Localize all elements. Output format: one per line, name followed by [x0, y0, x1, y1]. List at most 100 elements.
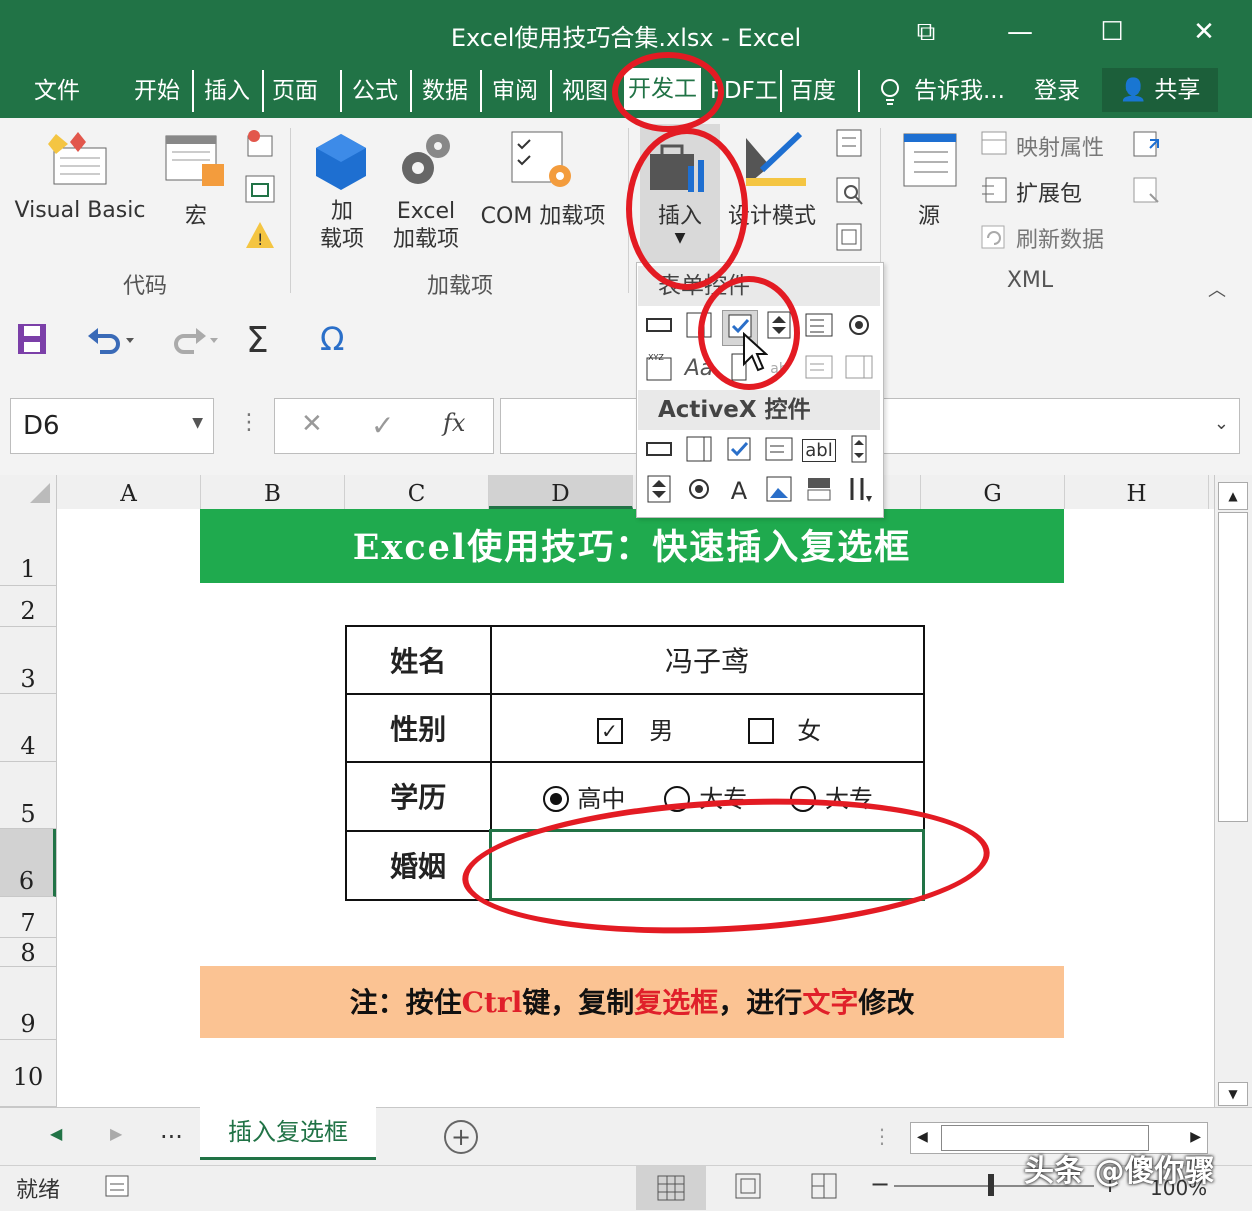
normal-view-button[interactable] — [636, 1166, 706, 1210]
view-code-icon[interactable] — [834, 176, 864, 206]
column-header-b[interactable]: B — [201, 475, 345, 509]
next-sheet-icon[interactable]: ▶ — [110, 1124, 122, 1143]
form-groupbox-control[interactable]: XYZ — [642, 352, 676, 386]
form-combo-list-control[interactable] — [802, 352, 836, 386]
male-checkbox[interactable]: ✓ — [596, 717, 623, 744]
ribbon-display-options-button[interactable]: ⧉ — [906, 14, 946, 50]
expansion-packs-button[interactable]: 扩展包 — [1016, 176, 1082, 208]
scroll-right-icon[interactable]: ▶ — [1190, 1129, 1201, 1145]
insert-function-icon[interactable]: fx — [443, 409, 465, 437]
vertical-scroll-thumb[interactable] — [1218, 512, 1248, 822]
maximize-button[interactable]: ☐ — [1092, 14, 1132, 50]
activex-toggle-control[interactable] — [802, 474, 836, 508]
gender-cell[interactable]: ✓ 男 女 — [489, 693, 925, 763]
undo-icon[interactable] — [86, 322, 138, 356]
visual-basic-button[interactable]: Visual Basic — [10, 198, 150, 223]
activex-label-control[interactable]: A — [722, 474, 756, 508]
tab-data[interactable]: 数据 — [422, 72, 468, 110]
column-header-g[interactable]: G — [921, 475, 1065, 509]
name-value-cell[interactable]: 冯子鸢 — [489, 625, 925, 695]
chevron-down-icon[interactable]: ▼ — [192, 415, 203, 431]
page-break-view-icon[interactable] — [810, 1172, 838, 1200]
relative-reference-icon[interactable] — [244, 174, 276, 204]
macro-recording-icon[interactable] — [104, 1172, 130, 1198]
excel-addins-button[interactable]: Excel 加载项 — [386, 198, 466, 254]
form-listbox-control[interactable] — [802, 310, 836, 344]
symbol-omega-icon[interactable]: Ω — [320, 320, 344, 358]
activex-image-control[interactable] — [762, 474, 796, 508]
addins-button[interactable]: 加 载项 — [312, 198, 372, 254]
name-box[interactable]: D6 ▼ — [10, 398, 214, 454]
scroll-up-icon[interactable]: ▲ — [1218, 482, 1248, 510]
row-header-9[interactable]: 9 — [0, 967, 56, 1040]
row-header-8[interactable]: 8 — [0, 938, 56, 967]
tab-insert[interactable]: 插入 — [204, 72, 250, 110]
run-dialog-icon[interactable] — [834, 222, 864, 252]
tell-me-search[interactable]: 告诉我... — [914, 72, 1005, 110]
scroll-left-icon[interactable]: ◀ — [917, 1129, 928, 1145]
sign-in-link[interactable]: 登录 — [1034, 72, 1080, 110]
row-header-2[interactable]: 2 — [0, 586, 56, 627]
row-header-4[interactable]: 4 — [0, 694, 56, 762]
activex-checkbox-control[interactable] — [722, 434, 756, 468]
record-macro-icon[interactable] — [244, 128, 276, 158]
export-xml-icon[interactable] — [1132, 176, 1164, 206]
activex-scrollbar-control[interactable] — [842, 434, 876, 468]
column-header-h[interactable]: H — [1065, 475, 1209, 509]
activex-spin-control[interactable] — [642, 474, 676, 508]
refresh-data-button[interactable]: 刷新数据 — [1016, 222, 1104, 254]
zoom-slider-handle[interactable] — [988, 1174, 994, 1196]
collapse-ribbon-icon[interactable]: ︿ — [1208, 276, 1226, 302]
com-addins-button[interactable]: COM 加载项 — [470, 198, 616, 230]
cancel-icon[interactable]: ✕ — [301, 409, 323, 439]
map-properties-button[interactable]: 映射属性 — [1016, 130, 1104, 162]
column-header-a[interactable]: A — [57, 475, 201, 509]
activex-more-controls-control[interactable] — [842, 474, 876, 508]
select-all-corner[interactable] — [0, 475, 57, 509]
tab-formulas[interactable]: 公式 — [352, 72, 398, 110]
row-header-1[interactable]: 1 — [0, 509, 56, 586]
female-checkbox[interactable] — [748, 717, 775, 744]
properties-icon[interactable] — [834, 128, 864, 158]
tab-home[interactable]: 开始 — [134, 72, 180, 110]
tab-page-layout[interactable]: 页面 — [272, 72, 318, 110]
macro-security-warning-icon[interactable]: ! — [244, 220, 276, 250]
autosum-icon[interactable]: Σ — [246, 320, 269, 361]
add-sheet-button[interactable]: + — [444, 1120, 478, 1154]
activex-option-button-control[interactable] — [682, 474, 716, 508]
macro-button[interactable]: 宏 — [176, 198, 216, 230]
more-sheets-icon[interactable]: ... — [160, 1116, 183, 1144]
edu-radio-1[interactable] — [542, 785, 569, 812]
activex-combobox-control[interactable] — [682, 434, 716, 468]
redo-icon[interactable] — [168, 322, 220, 356]
minimize-button[interactable]: — — [1000, 14, 1040, 50]
enter-icon[interactable]: ✓ — [371, 409, 394, 442]
prev-sheet-icon[interactable]: ◀ — [50, 1124, 62, 1143]
tab-file[interactable]: 文件 — [34, 72, 80, 110]
import-xml-icon[interactable] — [1132, 130, 1164, 160]
page-layout-view-icon[interactable] — [734, 1172, 762, 1200]
tab-view[interactable]: 视图 — [562, 72, 608, 110]
tab-review[interactable]: 审阅 — [492, 72, 538, 110]
close-button[interactable]: ✕ — [1184, 14, 1224, 50]
row-header-10[interactable]: 10 — [0, 1040, 56, 1107]
column-header-d[interactable]: D — [489, 475, 633, 509]
expand-formula-icon[interactable]: ⌄ — [1214, 413, 1229, 434]
row-header-5[interactable]: 5 — [0, 762, 56, 829]
form-option-button-control[interactable] — [842, 310, 876, 344]
zoom-out-button[interactable]: − — [870, 1170, 890, 1198]
scroll-down-icon[interactable]: ▼ — [1218, 1082, 1248, 1106]
column-header-c[interactable]: C — [345, 475, 489, 509]
xml-source-button[interactable]: 源 — [904, 198, 954, 230]
form-button-control[interactable] — [642, 310, 676, 344]
activex-button-control[interactable] — [642, 434, 676, 468]
activex-textbox-control[interactable]: abl — [802, 434, 836, 468]
share-button[interactable]: 👤 共享 — [1102, 68, 1218, 112]
form-combo-dropdown-control[interactable] — [842, 352, 876, 386]
row-header-7[interactable]: 7 — [0, 897, 56, 938]
activex-listbox-control[interactable] — [762, 434, 796, 468]
save-icon[interactable] — [16, 322, 48, 356]
row-header-6[interactable]: 6 — [0, 829, 56, 897]
row-header-3[interactable]: 3 — [0, 627, 56, 694]
sheet-tab-active[interactable]: 插入复选框 — [200, 1107, 376, 1160]
